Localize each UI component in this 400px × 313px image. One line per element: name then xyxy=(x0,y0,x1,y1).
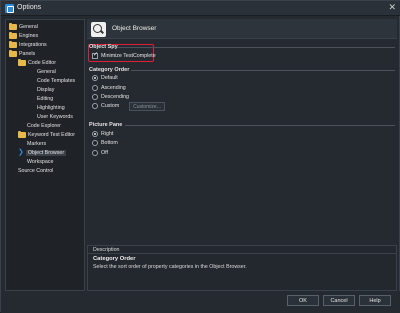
settings-panel: Object Browser Object Spy Minimize TestC… xyxy=(87,19,397,291)
folder-icon xyxy=(9,31,17,39)
tree-item-code-editor-general[interactable]: General xyxy=(37,67,56,76)
customize-button[interactable]: Customize... xyxy=(129,102,165,111)
folder-icon xyxy=(9,22,17,30)
tree-item-user-keywords[interactable]: User Keywords xyxy=(37,112,73,121)
help-button[interactable]: Help xyxy=(359,295,391,306)
tree-item-code-templates[interactable]: Code Templates xyxy=(37,76,75,85)
picture-pane-title: Picture Pane xyxy=(89,122,123,128)
description-header: Description xyxy=(88,246,396,254)
dialog-footer: OK Cancel Help xyxy=(1,291,400,313)
radio-icon xyxy=(92,131,98,137)
chevron-right-icon: ❯ xyxy=(18,149,24,156)
tree-item-code-editor[interactable]: Code Editor xyxy=(18,58,56,67)
checkbox-icon xyxy=(92,51,98,59)
tree-item-markers[interactable]: Markers xyxy=(27,139,46,148)
divider xyxy=(117,47,395,48)
tree-item-integrations[interactable]: Integrations xyxy=(9,40,47,49)
tree-item-general[interactable]: General xyxy=(9,22,38,31)
magnifier-icon xyxy=(91,22,106,37)
radio-right[interactable]: Right xyxy=(92,131,113,137)
cancel-button[interactable]: Cancel xyxy=(323,295,355,306)
folder-icon xyxy=(18,58,26,66)
radio-icon xyxy=(92,140,98,146)
ok-button[interactable]: OK xyxy=(287,295,319,306)
close-icon[interactable]: ✕ xyxy=(388,2,396,13)
tree-item-highlighting[interactable]: Highlighting xyxy=(37,103,65,112)
radio-ascending[interactable]: Ascending xyxy=(92,85,126,91)
tree-item-keyword-test-editor[interactable]: Keyword Test Editor xyxy=(18,130,75,139)
category-order-title: Category Order xyxy=(89,67,130,73)
description-box: Description Category Order Select the so… xyxy=(87,245,397,291)
tree-item-panels[interactable]: Panels xyxy=(9,49,35,58)
app-icon xyxy=(5,4,14,13)
radio-custom[interactable]: Custom xyxy=(92,103,119,109)
panel-title: Object Browser xyxy=(112,25,157,32)
folder-icon xyxy=(9,40,17,48)
folder-icon xyxy=(18,130,26,138)
tree-item-editing[interactable]: Editing xyxy=(37,94,53,103)
description-text: Select the sort order of property catego… xyxy=(93,264,247,270)
tree-item-object-browser[interactable]: ❯ Object Browser xyxy=(18,148,67,157)
options-tree[interactable]: General Engines Integrations Panels Code… xyxy=(5,19,85,291)
radio-descending[interactable]: Descending xyxy=(92,94,129,100)
divider xyxy=(131,70,395,71)
radio-icon xyxy=(92,103,98,109)
radio-icon xyxy=(92,75,98,81)
window-title: Options xyxy=(17,4,42,11)
object-spy-title: Object Spy xyxy=(89,44,118,50)
divider xyxy=(125,125,395,126)
folder-icon xyxy=(9,49,17,57)
radio-icon xyxy=(92,94,98,100)
minimize-testcomplete-checkbox[interactable]: Minimize TestComplete xyxy=(92,51,156,59)
options-window: Options ✕ General Engines Integrations P… xyxy=(0,0,400,313)
radio-default[interactable]: Default xyxy=(92,75,118,81)
minimize-label: Minimize TestComplete xyxy=(101,53,156,59)
radio-bottom[interactable]: Bottom xyxy=(92,140,118,146)
tree-item-workspace[interactable]: Workspace xyxy=(27,157,53,166)
panel-header: Object Browser xyxy=(87,19,397,39)
tree-item-source-control[interactable]: Source Control xyxy=(18,166,53,175)
title-bar: Options ✕ xyxy=(1,1,400,16)
radio-off[interactable]: Off xyxy=(92,150,108,156)
tree-item-engines[interactable]: Engines xyxy=(9,31,38,40)
tree-item-code-explorer[interactable]: Code Explorer xyxy=(27,121,61,130)
description-title: Category Order xyxy=(93,256,136,262)
radio-icon xyxy=(92,150,98,156)
radio-icon xyxy=(92,85,98,91)
tree-item-display[interactable]: Display xyxy=(37,85,54,94)
